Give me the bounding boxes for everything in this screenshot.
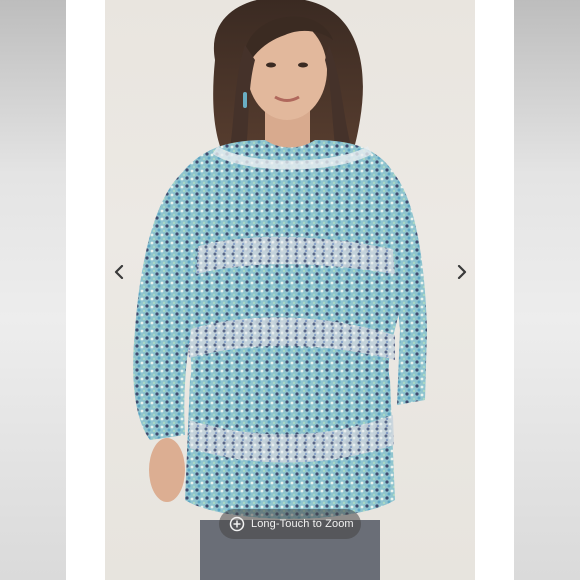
zoom-hint-button[interactable]: Long-Touch to Zoom <box>219 509 361 539</box>
gallery-side-panel-right <box>514 0 580 580</box>
gallery-side-panel-left <box>0 0 66 580</box>
zoom-hint-label: Long-Touch to Zoom <box>251 518 354 530</box>
product-photo[interactable] <box>105 0 475 580</box>
next-image-button[interactable] <box>450 260 474 284</box>
chevron-right-icon <box>457 265 467 279</box>
chevron-left-icon <box>114 265 124 279</box>
zoom-in-icon <box>229 516 245 532</box>
model-sweater-image <box>133 0 427 580</box>
previous-image-button[interactable] <box>107 260 131 284</box>
